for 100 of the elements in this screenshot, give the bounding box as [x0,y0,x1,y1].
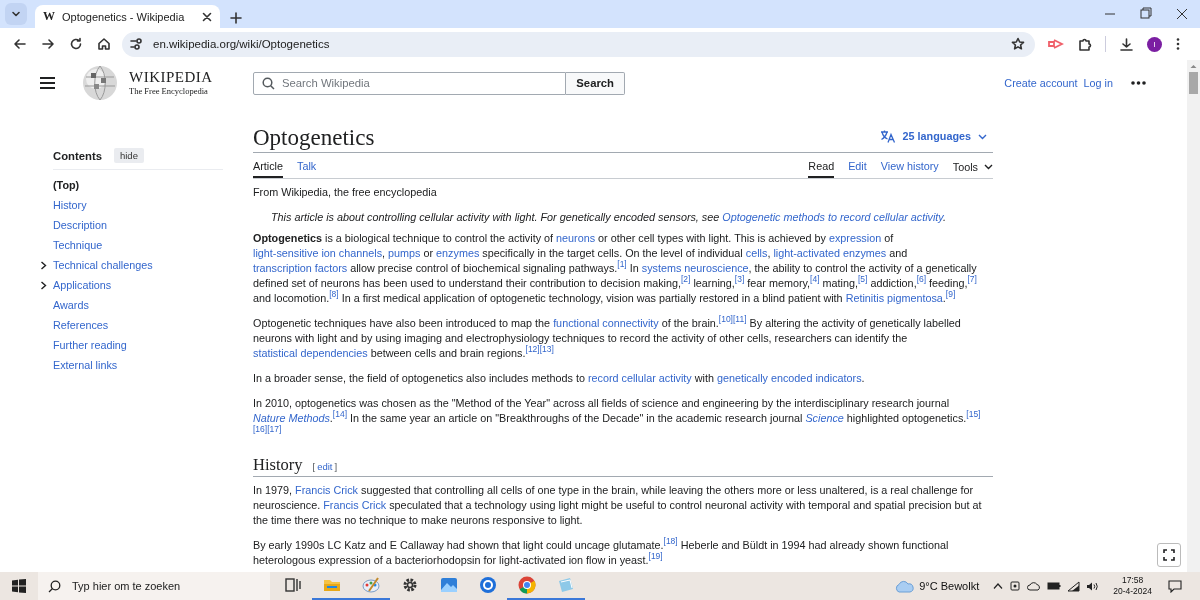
citation-link[interactable]: [11] [733,314,747,325]
citation-link[interactable]: [5] [857,274,868,285]
back-icon[interactable] [13,37,27,51]
speaker-icon[interactable] [1086,580,1100,592]
citation-link[interactable]: [9] [945,289,956,300]
article-link[interactable]: genetically encoded indicators [716,372,862,384]
search-icon [48,579,61,593]
citation-link[interactable]: [6] [916,274,927,285]
citation-link[interactable]: [8] [329,289,339,300]
battery-icon[interactable] [1047,581,1062,591]
article-link[interactable]: systems neuroscience [641,262,749,274]
toc-item[interactable]: Technique [53,239,103,251]
citation-link[interactable]: [1] [617,259,627,270]
view-tab[interactable]: View history [880,153,939,178]
view-tab[interactable]: Edit [848,153,867,178]
toc-item[interactable]: History [53,199,87,211]
contents-heading: Contents [53,149,102,162]
address-bar[interactable]: en.wikipedia.org/wiki/Optogenetics [122,31,1035,57]
tab-search-button[interactable] [5,3,27,25]
chevron-up-icon[interactable] [993,582,1004,590]
article-link[interactable]: record cellular activity [587,372,692,384]
paragraph: In a broader sense, the field of optogenetics also includes methods to record cellular activity with genetically encoded indicators. [253,371,866,386]
toc-item[interactable]: References [53,319,109,331]
wifi-icon[interactable] [1067,580,1081,592]
article-link[interactable]: statistical [253,347,301,359]
article-link[interactable]: neurons [556,232,596,244]
article-link[interactable]: Nature Methods [253,412,330,424]
user-link[interactable]: Log in [1083,77,1113,89]
article-link[interactable]: Optogenetic methods to record cellular activity [722,211,943,223]
clock[interactable]: 17:58 20-4-2024 [1113,575,1152,597]
citation-link[interactable]: [17] [267,424,282,435]
star-icon[interactable] [1011,37,1025,51]
edit-link[interactable]: edit [317,459,333,474]
page-tab[interactable]: Article [253,153,283,178]
extension-icon[interactable] [1048,38,1064,50]
forward-icon[interactable] [41,37,55,51]
notification-icon[interactable] [1168,579,1182,593]
hide-button[interactable]: hide [113,148,144,163]
article-link[interactable]: Francis Crick [323,499,387,511]
toc-item[interactable]: Description [53,219,107,231]
article-link[interactable]: dependencies [300,347,368,359]
reload-icon[interactable] [69,37,83,51]
fullscreen-icon [1163,549,1175,561]
tagline: The Free Encyclopedia [129,87,209,96]
taskbar-search-field[interactable]: Typ hier om te zoeken [38,572,270,600]
article-link[interactable]: pumps [388,247,421,259]
page-tab[interactable]: Talk [297,153,317,178]
task-view-icon [282,575,303,595]
article-link[interactable]: Science [805,412,844,424]
chevron-down-icon [984,164,993,170]
languages-button[interactable]: 25 languages [879,129,987,144]
profile-avatar[interactable]: I [1147,36,1162,52]
paragraph: By early 1990s LC Katz and E Callaway had shown that light could uncage glutamate.$^{[18]}$ Heberle and Büldt in 1994 had already shown functional heterologous expression of a bacteriorhodopsin for light-activated ion flow in yeast.$^{[19]}$ [253,538,950,568]
browser-icon [516,575,537,595]
article-link[interactable]: expression [828,232,882,244]
article-link[interactable]: Retinitis pigmentosa [845,292,943,304]
download-icon[interactable] [1119,36,1134,52]
citation-link[interactable]: [18] [663,536,678,547]
citation-link[interactable]: [14] [332,409,347,420]
puzzle-icon[interactable] [1077,36,1092,52]
toc-item[interactable]: Technical challenges [53,259,153,271]
more-icon[interactable] [1131,81,1146,85]
new-tab-icon[interactable] [230,12,242,24]
cloud-icon[interactable] [1027,581,1042,591]
tab-title: Optogenetics - Wikipedia [62,10,186,23]
site-settings-icon[interactable] [130,38,143,50]
article-link[interactable]: light-activated enzymes [773,247,887,259]
user-link[interactable]: Create account [1004,77,1078,89]
article-link[interactable]: enzymes [436,247,480,259]
tools-menu[interactable]: Tools [952,153,993,178]
toc-item[interactable]: (Top) [53,179,80,191]
citation-link[interactable]: [15] [966,409,981,420]
browser-tab[interactable]: W Optogenetics - Wikipedia [35,5,220,28]
citation-link[interactable]: [3] [734,274,745,285]
wordmark[interactable]: WIKIPEDIA [129,70,213,86]
toc-item[interactable]: External links [53,359,118,371]
citation-link[interactable]: [2] [680,274,691,285]
citation-link[interactable]: [4] [810,274,820,285]
citation-link[interactable]: [19] [648,551,663,562]
toc-item[interactable]: Further reading [53,339,127,351]
close-icon[interactable] [202,11,212,22]
view-tab[interactable]: Read [808,153,835,178]
article-link[interactable]: light-sensitive ion [253,247,339,259]
home-icon[interactable] [97,37,111,51]
menu-icon[interactable] [40,77,55,89]
article-link[interactable]: functional connectivity [553,317,659,329]
article-link[interactable]: Francis Crick [295,484,358,496]
fullscreen-button[interactable] [1157,543,1181,567]
toc-item[interactable]: Applications [53,279,112,291]
citation-link[interactable]: [7] [967,274,977,285]
citation-link[interactable]: [12] [525,344,540,355]
tagline: From Wikipedia, the free encyclopedia [253,185,438,200]
article-link[interactable]: transcription factors [253,262,348,274]
citation-link[interactable]: [10] [718,314,733,325]
weather-widget[interactable]: 9°C Bewolkt [894,579,980,593]
more-menu-icon[interactable] [1175,37,1181,51]
search-button[interactable]: Search [566,71,625,95]
toc-item[interactable]: Awards [53,299,89,311]
windows-logo-icon[interactable] [12,579,26,593]
search-field[interactable]: Search Wikipedia [253,71,567,95]
